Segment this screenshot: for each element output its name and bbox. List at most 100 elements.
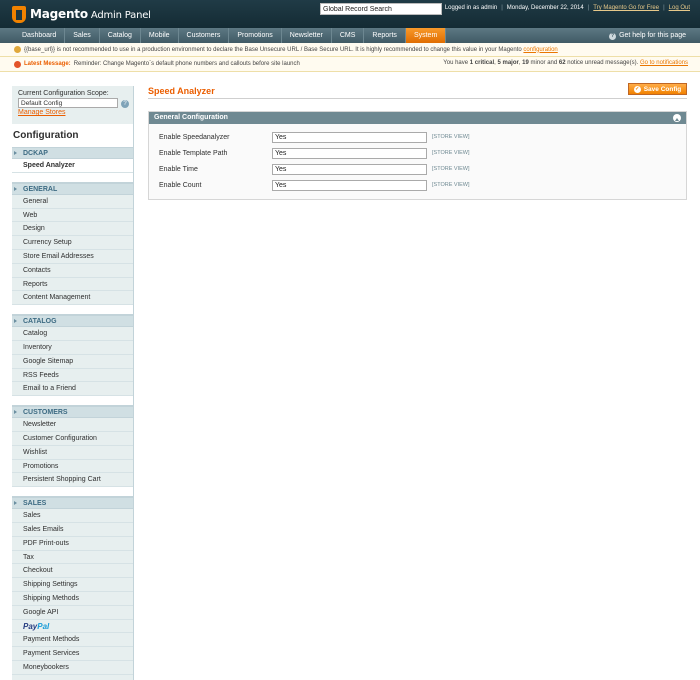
sidebar-item-inventory[interactable]: Inventory [12, 340, 133, 355]
field-row: Enable Speedanalyzer Yes [STORE VIEW] [149, 132, 686, 144]
section-header-customers[interactable]: CUSTOMERS [12, 406, 133, 419]
collapse-icon[interactable] [673, 114, 681, 122]
field-select[interactable]: Yes [272, 132, 427, 143]
sidebar-item-payment-services[interactable]: Payment Services [12, 647, 133, 661]
magento-logo-icon [12, 5, 26, 23]
field-label: Enable Template Path [159, 150, 228, 157]
latest-message-label: Latest Message: [24, 61, 71, 67]
field-row: Enable Time Yes [STORE VIEW] [149, 164, 686, 176]
separator: | [663, 5, 665, 11]
field-label: Enable Count [159, 182, 202, 189]
sidebar-item-google-api[interactable]: Google API [12, 605, 133, 620]
sidebar-item-shipping-methods[interactable]: Shipping Methods [12, 591, 133, 606]
nav-item-cms[interactable]: CMS [332, 28, 365, 43]
sidebar-item-general[interactable]: General [12, 194, 133, 209]
sidebar-item-google-sitemap[interactable]: Google Sitemap [12, 354, 133, 369]
nav-item-sales[interactable]: Sales [65, 28, 100, 43]
field-select[interactable]: Yes [272, 180, 427, 191]
sidebar-item-newsletter[interactable]: Newsletter [12, 418, 133, 432]
global-search-input[interactable] [320, 3, 442, 15]
sidebar-item-shipping-settings[interactable]: Shipping Settings [12, 578, 133, 592]
sidebar-item-sales-emails[interactable]: Sales Emails [12, 522, 133, 537]
main-nav: Dashboard Sales Catalog Mobile Customers Prom… [0, 28, 700, 43]
field-select[interactable]: Yes [272, 164, 427, 175]
sidebar-item-speed-analyzer[interactable]: Speed Analyzer [12, 159, 133, 173]
help-icon[interactable]: ? [121, 100, 129, 108]
scope-select[interactable]: Default Config [18, 98, 118, 108]
nav-item-customers[interactable]: Customers [179, 28, 230, 43]
warning-icon [14, 46, 21, 53]
configuration-link[interactable]: configuration [523, 47, 557, 53]
field-scope: [STORE VIEW] [432, 182, 470, 188]
logged-in-text: Logged in as admin [444, 5, 498, 11]
header-links: Logged in as admin | Monday, December 22… [445, 5, 690, 11]
field-scope: [STORE VIEW] [432, 134, 470, 140]
section-header-sales[interactable]: SALES [12, 497, 133, 510]
nav-item-catalog[interactable]: Catalog [100, 28, 141, 43]
sidebar-item-paypal[interactable]: PayPal [12, 619, 133, 634]
notice-count: 62 [558, 60, 566, 66]
section-header-catalog[interactable]: CATALOG [12, 315, 133, 328]
config-sidebar: Current Configuration Scope: Default Con… [12, 86, 134, 680]
sidebar-item-reports[interactable]: Reports [12, 277, 133, 292]
nav-item-dashboard[interactable]: Dashboard [14, 28, 66, 43]
latest-message-text: Reminder: Change Magento`s default phone… [73, 61, 300, 67]
help-icon: ? [609, 33, 617, 40]
sidebar-item-checkout[interactable]: Checkout [12, 564, 133, 579]
sidebar-item-pdf-print-outs[interactable]: PDF Print-outs [12, 536, 133, 551]
alert-icon [14, 60, 21, 68]
nav-item-promotions[interactable]: Promotions [229, 28, 282, 43]
sidebar-item-web[interactable]: Web [12, 208, 133, 223]
field-label: Enable Speedanalyzer [159, 134, 230, 141]
fieldset-header[interactable]: General Configuration [149, 112, 686, 124]
sidebar-item-wishlist[interactable]: Wishlist [12, 445, 133, 460]
section-gap [12, 305, 133, 316]
section-header-dckap[interactable]: DCKAP [12, 147, 133, 159]
sidebar-item-persistent-shopping-cart[interactable]: Persistent Shopping Cart [12, 473, 133, 488]
nav-item-mobile[interactable]: Mobile [141, 28, 179, 43]
sidebar-item-email-to-a-friend[interactable]: Email to a Friend [12, 382, 133, 397]
sidebar-item-rss-feeds[interactable]: RSS Feeds [12, 368, 133, 383]
go-to-notifications-link[interactable]: Go to notifications [640, 60, 688, 66]
sidebar-item-tax[interactable]: Tax [12, 550, 133, 565]
page-title: Speed Analyzer [148, 86, 215, 96]
critical-count: 1 critical [469, 60, 495, 66]
message-counts: You have 1 critical, 5 major, 19 minor a… [443, 60, 688, 66]
nav-item-system[interactable]: System [405, 28, 447, 43]
field-scope: [STORE VIEW] [432, 166, 470, 172]
section-gap [12, 172, 133, 183]
nav-item-reports[interactable]: Reports [364, 28, 406, 43]
scope-label: Current Configuration Scope: [18, 90, 109, 97]
field-scope: [STORE VIEW] [432, 150, 470, 156]
sidebar-item-catalog[interactable]: Catalog [12, 327, 133, 341]
field-row: Enable Template Path Yes [STORE VIEW] [149, 148, 686, 160]
sidebar-item-store-email-addresses[interactable]: Store Email Addresses [12, 249, 133, 264]
latest-message-bar: Latest Message: Reminder: Change Magento… [0, 57, 700, 72]
logout-link[interactable]: Log Out [669, 5, 690, 11]
sidebar-item-customer-configuration[interactable]: Customer Configuration [12, 431, 133, 446]
sidebar-item-promotions[interactable]: Promotions [12, 459, 133, 474]
base-url-notice: {{base_url}} is not recommended to use i… [0, 43, 700, 57]
save-config-button[interactable]: ✓ Save Config [628, 83, 687, 95]
try-magento-go-link[interactable]: Try Magento Go for Free [593, 5, 659, 11]
field-select[interactable]: Yes [272, 148, 427, 159]
sidebar-item-content-management[interactable]: Content Management [12, 291, 133, 306]
separator: | [587, 5, 590, 11]
sidebar-item-contacts[interactable]: Contacts [12, 263, 133, 278]
sidebar-item-payment-methods[interactable]: Payment Methods [12, 633, 133, 648]
nav-item-newsletter[interactable]: Newsletter [282, 28, 332, 43]
sidebar-item-currency-setup[interactable]: Currency Setup [12, 236, 133, 250]
get-help-link[interactable]: ? Get help for this page [609, 28, 686, 43]
paypal-logo: PayPal [23, 621, 50, 631]
base-url-notice-text: {{base_url}} is not recommended to use i… [24, 46, 522, 53]
sidebar-item-moneybookers[interactable]: Moneybookers [12, 660, 133, 675]
magento-logo[interactable]: Magento Admin Panel [12, 4, 151, 24]
title-divider [148, 98, 687, 99]
field-label: Enable Time [159, 166, 198, 173]
sidebar-item-sales[interactable]: Sales [12, 509, 133, 523]
fieldset-title: General Configuration [154, 114, 228, 121]
section-header-general[interactable]: GENERAL [12, 182, 133, 195]
manage-stores-link[interactable]: Manage Stores [18, 109, 127, 116]
separator: | [501, 5, 503, 11]
sidebar-item-design[interactable]: Design [12, 222, 133, 237]
